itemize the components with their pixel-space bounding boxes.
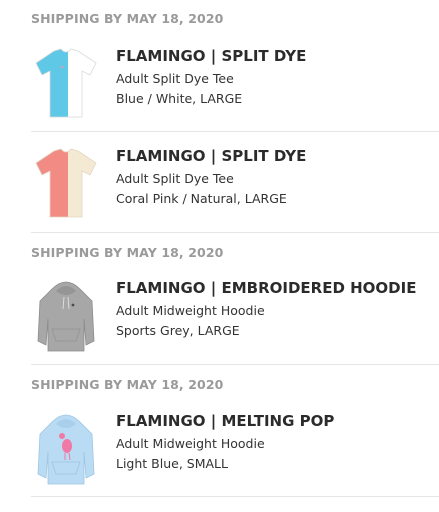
shipping-group-header: SHIPPING BY MAY 18, 2020 [31,377,224,392]
shipping-group-header: SHIPPING BY MAY 18, 2020 [31,245,224,260]
product-title[interactable]: FLAMINGO | MELTING POP [116,412,334,430]
order-item-melting-pop[interactable]: FLAMINGO | MELTING POP Adult Midweight H… [31,412,439,512]
split-dye-tee-blue-white-image [35,48,97,118]
divider [31,232,439,233]
product-subtitle: Adult Split Dye Tee [116,71,234,86]
product-title[interactable]: FLAMINGO | EMBROIDERED HOODIE [116,279,416,297]
divider [31,496,439,497]
product-thumbnail[interactable] [34,279,98,355]
split-dye-tee-coral-natural-image [35,148,97,218]
product-thumbnail[interactable] [34,147,98,223]
product-thumbnail[interactable] [34,412,98,488]
product-variant: Sports Grey, LARGE [116,323,240,338]
order-item-split-dye-blue[interactable]: FLAMINGO | SPLIT DYE Adult Split Dye Tee… [31,47,439,147]
product-subtitle: Adult Midweight Hoodie [116,303,265,318]
hoodie-sports-grey-image [37,281,95,352]
product-variant: Blue / White, LARGE [116,91,243,106]
shipping-group-header: SHIPPING BY MAY 18, 2020 [31,11,224,26]
product-variant: Coral Pink / Natural, LARGE [116,191,287,206]
product-thumbnail[interactable] [34,47,98,123]
product-title[interactable]: FLAMINGO | SPLIT DYE [116,147,306,165]
product-subtitle: Adult Split Dye Tee [116,171,234,186]
product-title[interactable]: FLAMINGO | SPLIT DYE [116,47,306,65]
divider [31,364,439,365]
divider [31,131,439,132]
product-subtitle: Adult Midweight Hoodie [116,436,265,451]
hoodie-light-blue-melting-pop-image [37,414,95,485]
product-variant: Light Blue, SMALL [116,456,228,471]
